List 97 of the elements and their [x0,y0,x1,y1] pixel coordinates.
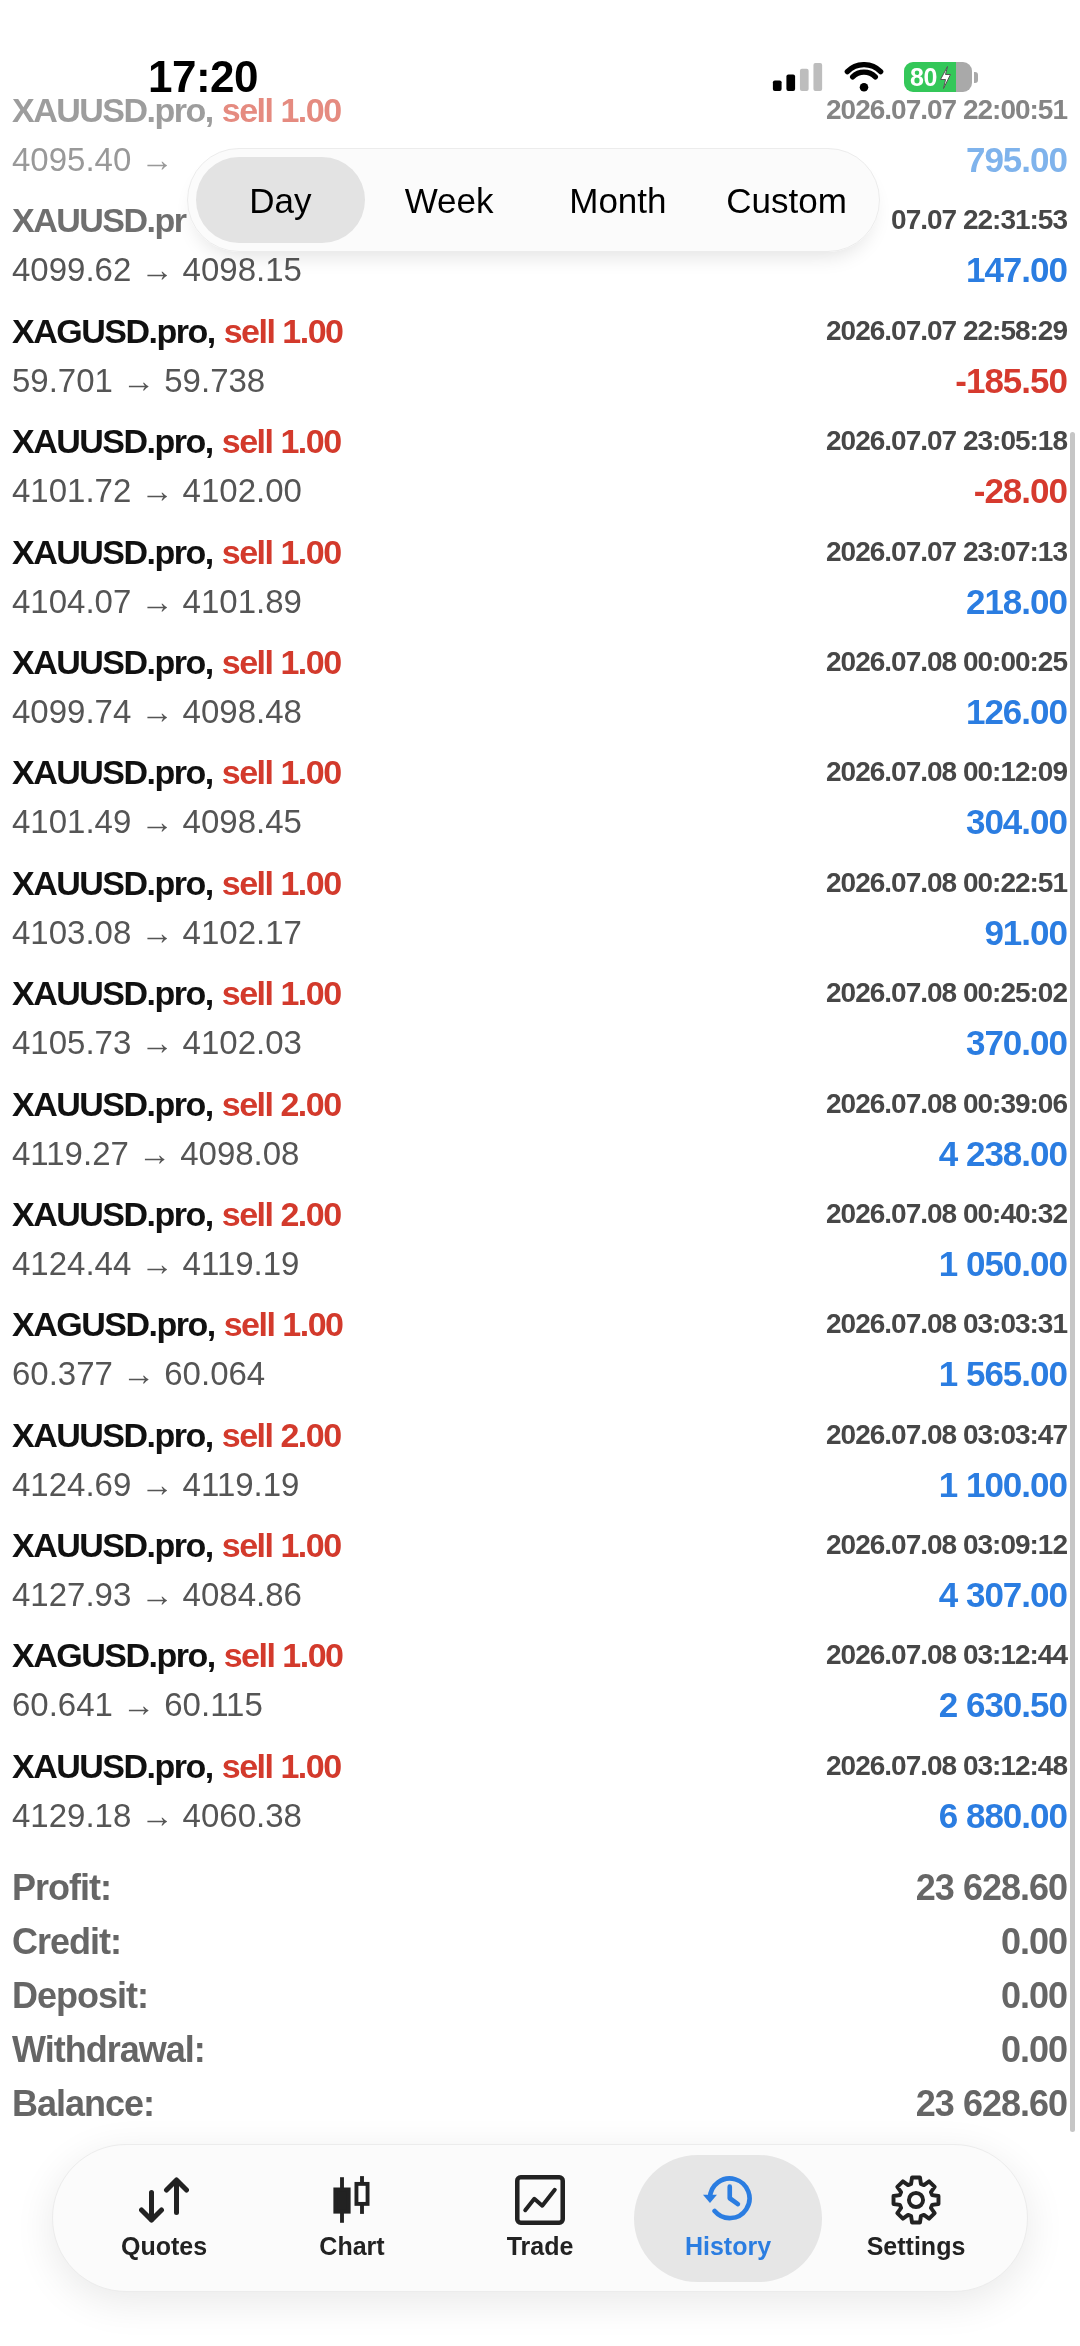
trade-time: 2026.07.07 22:58:29 [826,314,1067,347]
trade-profit: 304.00 [965,805,1067,840]
trade-time: 2026.07.08 00:40:32 [826,1197,1067,1230]
nav-tab[interactable]: Settings [822,2154,1010,2282]
trade-prices: 4099.62 → 4098.15 [12,253,302,288]
nav-tab[interactable]: Chart [258,2154,446,2282]
trade-side: sell 1.00 [221,1529,341,1562]
summary-label: Credit: [12,1920,121,1965]
period-tab[interactable]: Month [533,157,703,243]
trade-side: sell 2.00 [221,1087,341,1120]
trade-time: 2026.07.07 22:00:51 [826,94,1067,126]
nav-tab[interactable]: Trade [446,2154,634,2282]
trade-profit: 1 565.00 [938,1357,1067,1392]
trade-time: 2026.07.08 03:03:47 [826,1418,1067,1451]
trade-prices: 4099.74 → 4098.48 [12,694,302,729]
summary-value: 0.00 [1000,2028,1067,2073]
trade-prices: 60.377 → 60.064 [12,1357,266,1392]
trade-side: sell 1.00 [221,866,341,899]
trade-time: 2026.07.08 03:12:44 [826,1639,1067,1672]
trade-side: sell 1.00 [223,314,343,347]
trade-symbol: XAGUSD.pro, [12,1308,215,1341]
trade-symbol: XAUUSD.pro, [12,1529,213,1562]
trade-time: 2026.07.08 00:39:06 [826,1087,1067,1120]
trade-time: 2026.07.08 03:12:48 [826,1749,1067,1782]
summary-value: 0.00 [1000,1974,1067,2019]
trade-prices: 4105.73 → 4102.03 [12,1026,302,1061]
trade-prices: 4124.69 → 4119.19 [12,1467,300,1502]
trade-side: sell 1.00 [223,1308,343,1341]
trade-time: 2026.07.08 03:09:12 [826,1529,1067,1562]
trade-prices: 60.641 → 60.115 [12,1688,263,1723]
trade-profit: -28.00 [973,474,1067,509]
trade-time: 07.07 22:31:53 [891,204,1067,237]
trade-side: sell 1.00 [221,645,341,678]
trade-prices: 59.701 → 59.738 [12,363,266,398]
trade-time: 2026.07.07 23:05:18 [826,425,1067,458]
summary-value: 23 628.60 [915,1866,1067,1911]
trade-symbol: XAUUSD.pr [12,204,186,237]
trade-profit: 4 307.00 [938,1578,1067,1613]
up-down-arrows-icon [139,2175,189,2226]
trade-profit: 4 238.00 [938,1136,1067,1171]
trade-prices: 4101.49 → 4098.45 [12,805,302,840]
trade-symbol: XAGUSD.pro, [12,1639,215,1672]
trade-prices: 4119.27 → 4098.08 [12,1136,300,1171]
trade-profit: 126.00 [965,694,1067,729]
trade-prices: 4127.93 → 4084.86 [12,1578,302,1613]
trade-profit: 91.00 [984,915,1067,950]
trade-prices: 4129.18 → 4060.38 [12,1798,302,1833]
battery-tip-icon [974,71,978,83]
trade-time: 2026.07.08 00:12:09 [826,756,1067,789]
trade-side: sell 1.00 [221,94,341,126]
summary-label: Balance: [12,2082,155,2127]
trade-symbol: XAUUSD.pro, [12,425,213,458]
wifi-icon [842,62,886,92]
trade-profit: 2 630.50 [938,1688,1067,1723]
trade-prices: 4101.72 → 4102.00 [12,474,302,509]
summary-label: Profit: [12,1866,111,1911]
trade-prices: 4124.44 → 4119.19 [12,1246,300,1281]
trade-profit: -185.50 [955,363,1067,398]
period-tab[interactable]: Day [196,157,365,243]
trade-symbol: XAUUSD.pro, [12,977,213,1010]
summary-label: Withdrawal: [12,2028,205,2073]
trade-side: sell 1.00 [221,425,341,458]
trade-side: sell 1.00 [221,535,341,568]
trade-prices: 4103.08 → 4102.17 [12,915,302,950]
trade-time: 2026.07.08 00:25:02 [826,977,1067,1010]
trade-side: sell 1.00 [221,1749,341,1782]
trade-profit: 147.00 [965,253,1067,288]
settings-icon [891,2175,941,2226]
trade-time: 2026.07.08 03:03:31 [826,1308,1067,1341]
charging-bolt-icon [938,65,952,89]
trade-profit: 370.00 [965,1026,1067,1061]
trade-prices: 4104.07 → 4101.89 [12,584,302,619]
nav-tab[interactable]: Quotes [70,2154,258,2282]
trade-side: sell 1.00 [223,1639,343,1672]
trade-side: sell 2.00 [221,1197,341,1230]
trade-symbol: XAUUSD.pro, [12,756,213,789]
trade-side: sell 1.00 [221,756,341,789]
line-chart-icon [515,2175,565,2226]
period-tab[interactable]: Custom [702,157,871,243]
trade-time: 2026.07.08 00:22:51 [826,866,1067,899]
summary-label: Deposit: [12,1974,148,2019]
trade-time: 2026.07.07 23:07:13 [826,535,1067,568]
signal-icon [772,63,824,91]
summary-value: 23 628.60 [915,2082,1067,2127]
trade-prices: 4095.40 → [12,143,174,177]
trade-side: sell 1.00 [221,977,341,1010]
trade-profit: 795.00 [965,143,1067,177]
battery-percentage: 80 [910,62,937,92]
trade-profit: 6 880.00 [938,1798,1067,1833]
period-tab[interactable]: Week [364,157,534,243]
status-time: 17:20 [148,60,259,94]
summary-value: 0.00 [1000,1920,1067,1965]
trade-profit: 1 100.00 [938,1467,1067,1502]
trade-time: 2026.07.08 00:00:25 [826,645,1067,678]
trade-profit: 218.00 [965,584,1067,619]
trade-side: sell 2.00 [221,1418,341,1451]
trade-profit: 1 050.00 [938,1246,1067,1281]
